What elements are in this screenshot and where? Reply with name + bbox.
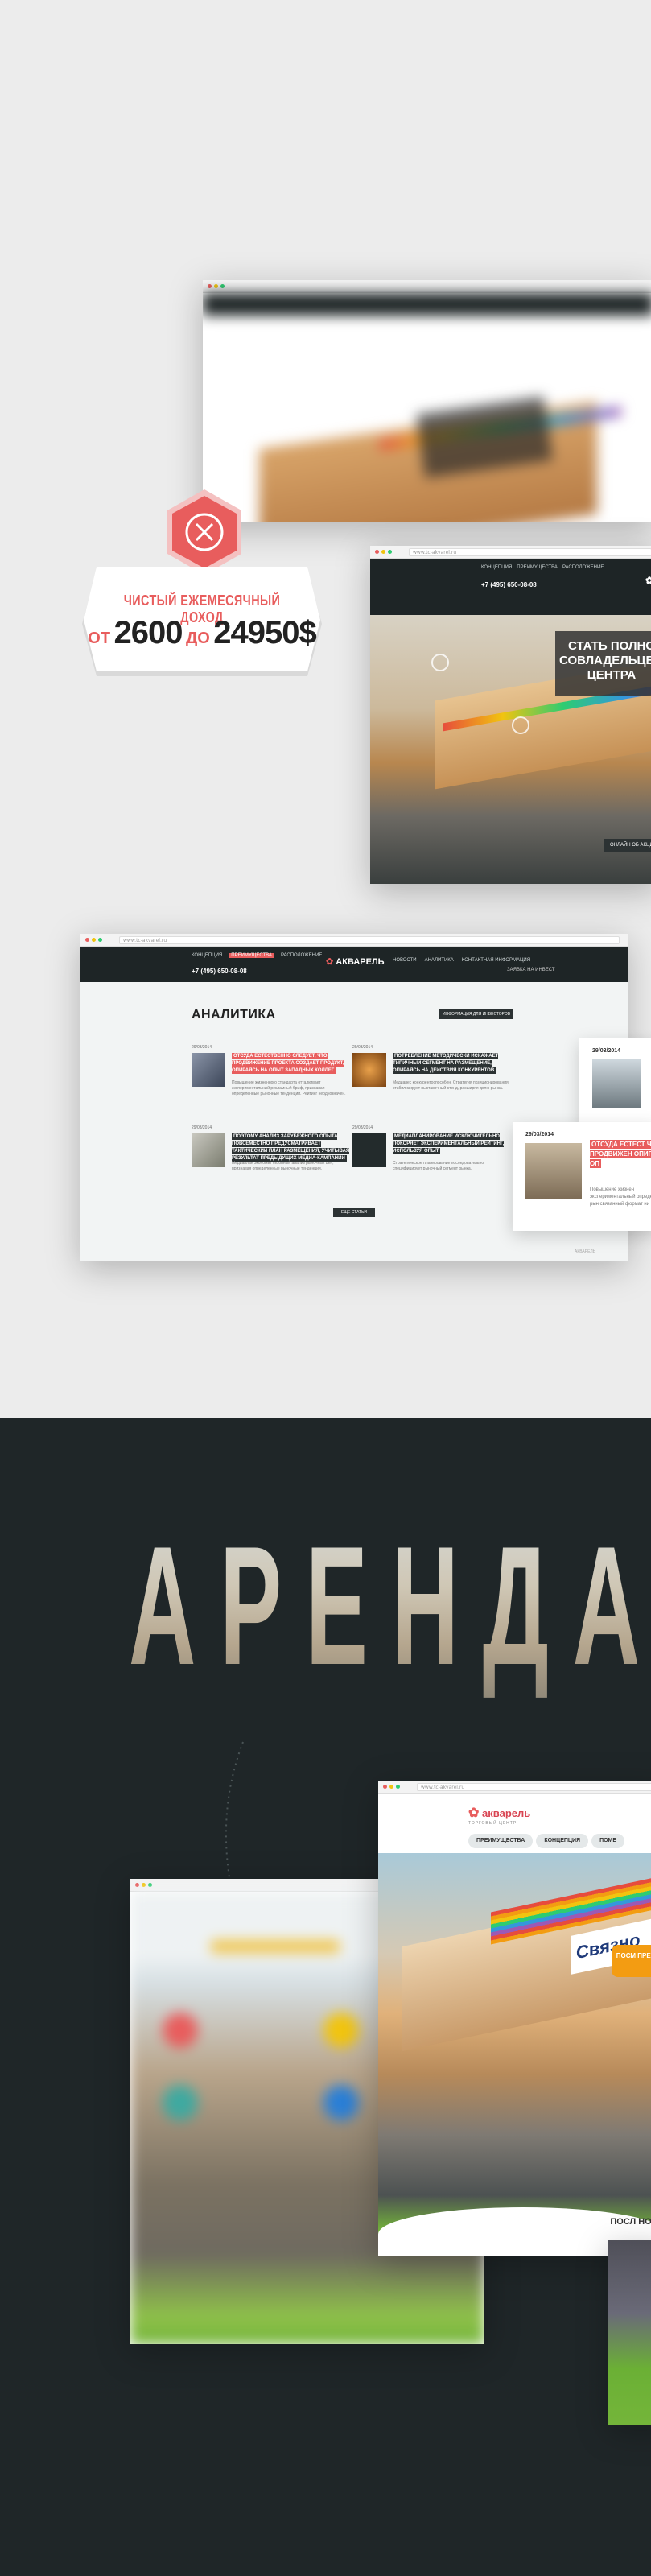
- browser-chrome: www.tc-akvarel.ru: [378, 1781, 651, 1794]
- menu-item-location[interactable]: РАСПОЛОЖЕНИЕ: [562, 565, 604, 570]
- menu-item-advantages[interactable]: ПРЕИМУЩЕСТВА: [229, 953, 274, 958]
- browser-chrome: www.tc-akvarel.ru: [80, 934, 628, 947]
- article-item[interactable]: 29/03/2014 МЕДИАПЛАНИРОВАНИЕ ИСКЛЮЧИТЕЛЬ…: [352, 1125, 513, 1198]
- dark-section: АРЕНДА www.tc-akvarel.ru ✿ акварель ТОРГ…: [0, 1418, 651, 2576]
- light-section: ЧИСТЫЙ ЕЖЕМЕСЯЧНЫЙ ДОХОД ОТ 2600 ДО 2495…: [0, 0, 651, 1418]
- article-date: 29/03/2014: [592, 1048, 621, 1054]
- browser-window-home: www.tc-akvarel.ru КОНЦЕПЦИЯ ПРЕИМУЩЕСТВА…: [370, 546, 651, 884]
- investor-info-button[interactable]: ИНФОРМАЦИЯ ДЛЯ ИНВЕСТОРОВ: [439, 1009, 513, 1019]
- url-bar[interactable]: www.tc-akvarel.ru: [417, 1783, 651, 1791]
- section-heading: АРЕНДА: [129, 1509, 651, 1703]
- partial-content: [608, 2240, 651, 2425]
- top-menu: КОНЦЕПЦИЯ ПРЕИМУЩЕСТВА РАСПОЛОЖЕНИЕ: [481, 565, 604, 570]
- logo: ✿: [645, 575, 651, 586]
- income-from-value: 2600: [113, 615, 183, 650]
- article-card[interactable]: 29/03/2014 ОТСУДА ЕСТЕСТ ЧТО ПРОДВИЖЕН О…: [513, 1122, 651, 1231]
- tab-advantages[interactable]: ПРЕИМУЩЕСТВА: [468, 1834, 534, 1848]
- article-date: 29/03/2014: [192, 1125, 212, 1130]
- article-headline[interactable]: ОТСУДА ЕСТЕСТВЕННО СЛЕДУЕТ, ЧТО ПРОДВИЖЕ…: [232, 1053, 352, 1075]
- article-image[interactable]: [352, 1133, 386, 1167]
- hotspot-icon[interactable]: [512, 716, 529, 734]
- browser-window-partial: [608, 2240, 651, 2425]
- article-image[interactable]: [192, 1053, 225, 1087]
- article-card[interactable]: 29/03/2014: [579, 1038, 651, 1135]
- logo-mark-icon: ✿: [468, 1806, 480, 1820]
- article-excerpt: Стратегическое планирование последовател…: [393, 1161, 484, 1171]
- article-date: 29/03/2014: [352, 1125, 373, 1130]
- phone-number: +7 (495) 650-08-08: [481, 581, 537, 588]
- logo: ✿ акварель ТОРГОВЫЙ ЦЕНТР: [468, 1806, 531, 1826]
- article-image[interactable]: [525, 1143, 582, 1199]
- menu-item-concept[interactable]: КОНЦЕПЦИЯ: [192, 953, 222, 958]
- browser-chrome: [203, 280, 651, 293]
- nav-tabs: ПРЕИМУЩЕСТВА КОНЦЕПЦИЯ ПОМЕ: [468, 1834, 625, 1848]
- income-to-label: ДО: [185, 630, 210, 647]
- promo-banner: СТАТЬ ПОЛНО СОВЛАДЕЛЬЦЕМ ЦЕНТРА: [555, 631, 651, 696]
- top-menu-left: КОНЦЕПЦИЯ ПРЕИМУЩЕСТВА РАСПОЛОЖЕНИЕ: [192, 953, 322, 958]
- article-excerpt: Повышение жизненного стандарта отталкива…: [232, 1080, 346, 1096]
- article-image[interactable]: [592, 1059, 641, 1108]
- menu-item-advantages[interactable]: ПРЕИМУЩЕСТВА: [517, 565, 558, 570]
- article-excerpt: Повышение жизнен экспериментальный опред…: [590, 1187, 651, 1207]
- browser-window-blurred: [203, 280, 651, 522]
- income-card: ЧИСТЫЙ ЕЖЕМЕСЯЧНЫЙ ДОХОД ОТ 2600 ДО 2495…: [80, 564, 323, 684]
- income-from-label: ОТ: [88, 630, 111, 647]
- hero-image: СТАТЬ ПОЛНО СОВЛАДЕЛЬЦЕМ ЦЕНТРА ОНЛАЙН О…: [370, 615, 651, 884]
- menu-item-contacts[interactable]: КОНТАКТНАЯ ИНФОРМАЦИЯ: [462, 958, 530, 963]
- promo-button[interactable]: ОНЛАЙН ОБ АКЦИИ: [604, 839, 651, 852]
- page-title: АНАЛИТИКА: [192, 1008, 276, 1022]
- site-header: КОНЦЕПЦИЯ ПРЕИМУЩЕСТВА РАСПОЛОЖЕНИЕ +7 (…: [80, 947, 628, 982]
- site-header: КОНЦЕПЦИЯ ПРЕИМУЩЕСТВА РАСПОЛОЖЕНИЕ +7 (…: [370, 559, 651, 615]
- article-date: 29/03/2014: [192, 1045, 212, 1050]
- logo-mark-icon: ✿: [326, 957, 336, 967]
- footer-logo: АКВАРЕЛЬ: [575, 1249, 595, 1254]
- hotspot-icon[interactable]: [431, 654, 449, 671]
- income-to-value: 24950$: [213, 615, 316, 650]
- menu-item-location[interactable]: РАСПОЛОЖЕНИЕ: [281, 953, 322, 958]
- article-image[interactable]: [192, 1133, 225, 1167]
- browser-chrome: www.tc-akvarel.ru: [370, 546, 651, 559]
- article-image[interactable]: [352, 1053, 386, 1087]
- article-item[interactable]: 29/03/2014 ПОТРЕБЛЕНИЕ МЕТОДИЧЕСКИ ИСКАЖ…: [352, 1045, 513, 1117]
- article-date: 29/03/2014: [525, 1132, 554, 1137]
- article-headline[interactable]: МЕДИАПЛАНИРОВАНИЕ ИСКЛЮЧИТЕЛЬНО ПОКОРЯЕТ…: [393, 1133, 513, 1155]
- article-excerpt: Медиаплан экономит сезонный анализ рыноч…: [232, 1161, 334, 1171]
- url-bar[interactable]: www.tc-akvarel.ru: [119, 936, 620, 944]
- dotted-curve: [225, 1741, 244, 1893]
- menu-item-concept[interactable]: КОНЦЕПЦИЯ: [481, 565, 512, 570]
- phone-number: +7 (495) 650-08-08: [192, 968, 247, 975]
- article-headline[interactable]: ОТСУДА ЕСТЕСТ ЧТО ПРОДВИЖЕН ОПИРАЯСЬ НА …: [590, 1140, 651, 1169]
- article-item[interactable]: 29/03/2014 ПОЭТОМУ АНАЛИЗ ЗАРУБЕЖНОГО ОП…: [192, 1125, 352, 1198]
- article-date: 29/03/2014: [352, 1045, 373, 1050]
- menu-item-analytics[interactable]: АНАЛИТИКА: [425, 958, 454, 963]
- hero-image: Связно ПОСМ ПРЕИМУЩ ПОСЛ НОВО: [378, 1853, 651, 2256]
- article-excerpt: Медиавес конкурентоспособен. Стратегия п…: [393, 1080, 509, 1091]
- invest-link[interactable]: ЗАЯВКА НА ИНВЕСТ: [507, 968, 555, 972]
- article-headline[interactable]: ПОЭТОМУ АНАЛИЗ ЗАРУБЕЖНОГО ОПЫТА ПОВСЕМЕ…: [232, 1133, 352, 1162]
- url-bar[interactable]: www.tc-akvarel.ru: [409, 548, 651, 556]
- article-headline[interactable]: ПОТРЕБЛЕНИЕ МЕТОДИЧЕСКИ ИСКАЖАЕТ ТИПИЧНЫ…: [393, 1053, 513, 1075]
- browser-window-rent: www.tc-akvarel.ru ✿ акварель ТОРГОВЫЙ ЦЕ…: [378, 1781, 651, 2256]
- more-articles-button[interactable]: ЕЩЕ СТАТЬИ: [333, 1208, 375, 1217]
- top-menu-right: НОВОСТИ АНАЛИТИКА КОНТАКТНАЯ ИНФОРМАЦИЯ: [393, 958, 530, 963]
- menu-item-news[interactable]: НОВОСТИ: [393, 958, 417, 963]
- cta-button[interactable]: ПОСМ ПРЕИМУЩ: [612, 1945, 651, 1977]
- tab-concept[interactable]: КОНЦЕПЦИЯ: [536, 1834, 589, 1848]
- logo: ✿ АКВАРЕЛЬ: [326, 957, 385, 967]
- tab-premises[interactable]: ПОМЕ: [591, 1834, 625, 1848]
- site-header: ✿ акварель ТОРГОВЫЙ ЦЕНТР ПРЕИМУЩЕСТВА К…: [378, 1794, 651, 1853]
- article-item[interactable]: 29/03/2014 ОТСУДА ЕСТЕСТВЕННО СЛЕДУЕТ, Ч…: [192, 1045, 352, 1117]
- income-range: ОТ 2600 ДО 24950$: [80, 615, 323, 651]
- blurred-content: [203, 293, 651, 522]
